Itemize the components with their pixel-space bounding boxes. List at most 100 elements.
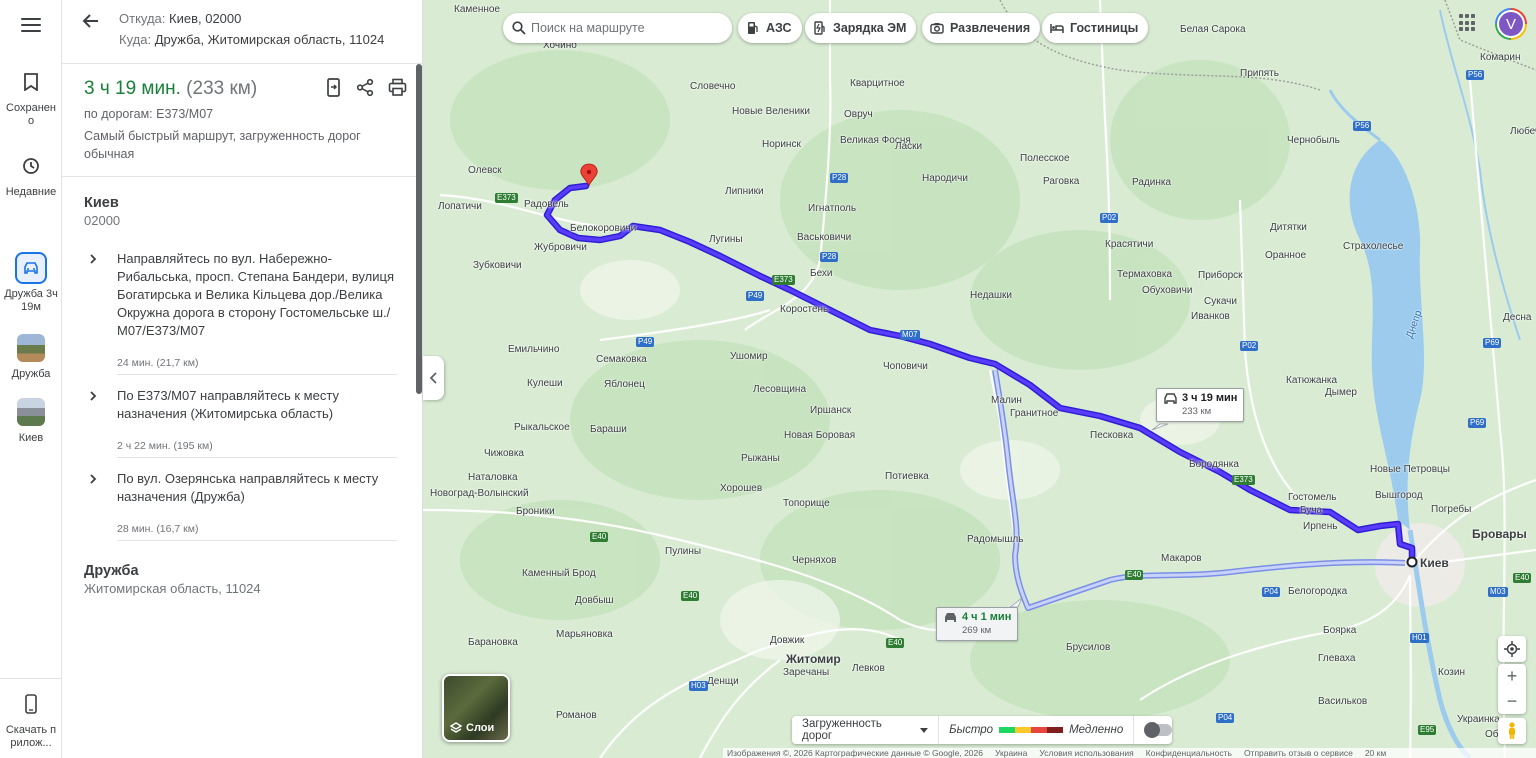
map-place-label[interactable]: Каменный Брод — [522, 568, 596, 579]
map-place-label[interactable]: Новые Петровцы — [1370, 464, 1450, 475]
map-place-label[interactable]: Белая Сарока — [1180, 24, 1246, 35]
map-place-label[interactable]: Народичи — [922, 173, 968, 184]
footer-country[interactable]: Украина — [995, 748, 1027, 758]
layers-button[interactable]: Слои — [442, 674, 510, 742]
map-place-label[interactable]: Чоповичи — [883, 361, 928, 372]
map-place-label[interactable]: Олевск — [468, 165, 502, 176]
map-place-label[interactable]: Житомир — [786, 652, 841, 666]
alt-route-box[interactable]: 4 ч 1 мин 269 км — [936, 607, 1019, 641]
map-place-label[interactable]: Украинка — [1457, 714, 1500, 725]
map-place-label[interactable]: Кулеши — [527, 378, 563, 389]
map-place-label[interactable]: Норинск — [762, 139, 801, 150]
map-place-label[interactable]: Бородянка — [1189, 459, 1239, 470]
map-place-label[interactable]: Наталовка — [468, 472, 518, 483]
map-place-label[interactable]: Сукачи — [1204, 296, 1237, 307]
map-place-label[interactable]: Бараши — [590, 424, 627, 435]
map-place-label[interactable]: Обуховичи — [1142, 285, 1192, 296]
map-place-label[interactable]: Красятичи — [1105, 239, 1153, 250]
map-place-label[interactable]: Козин — [1438, 667, 1465, 678]
zoom-in-button[interactable]: + — [1507, 664, 1518, 689]
map-place-label[interactable]: Яблонец — [604, 379, 645, 390]
map-place-label[interactable]: Васильков — [1318, 696, 1367, 707]
map-place-label[interactable]: Радинка — [1132, 177, 1171, 188]
map-place-label[interactable]: Новая Боровая — [784, 430, 855, 441]
traffic-toggle[interactable] — [1144, 722, 1172, 738]
origin-field[interactable]: Откуда: Киев, 02000 — [119, 11, 241, 26]
map-place-label[interactable]: Довбыш — [575, 595, 614, 606]
footer-terms[interactable]: Условия использования — [1039, 748, 1133, 758]
map-place-label[interactable]: Марьяновка — [556, 629, 613, 640]
map-place-label[interactable]: Боярка — [1323, 625, 1356, 636]
map-place-label[interactable]: Топорище — [783, 498, 830, 509]
chip-ev-charging[interactable]: Зарядка ЭМ — [805, 13, 917, 43]
map-place-label[interactable]: Любеч — [1510, 126, 1536, 137]
footer-scale[interactable]: 20 км — [1365, 748, 1386, 758]
map-place-label[interactable]: Емильчино — [508, 344, 559, 355]
map-place-label[interactable]: Каменное — [454, 4, 500, 15]
map-place-label[interactable]: Припять — [1240, 68, 1279, 79]
map-place-label[interactable]: Недашки — [970, 290, 1012, 301]
zoom-out-button[interactable]: − — [1507, 689, 1518, 714]
rail-recent-druzhba[interactable]: Дружба — [0, 332, 62, 381]
chip-hotels[interactable]: Гостиницы — [1042, 13, 1149, 43]
menu-icon[interactable] — [21, 18, 41, 34]
print-icon[interactable] — [388, 78, 407, 97]
map-place-label[interactable]: Приборск — [1198, 270, 1243, 281]
map-place-label[interactable]: Дымер — [1325, 387, 1357, 398]
rail-saved[interactable]: Сохранено — [0, 66, 62, 128]
back-arrow-icon[interactable] — [80, 10, 102, 32]
map-place-label[interactable]: Лопатичи — [438, 201, 482, 212]
step-1[interactable]: Направляйтесь по вул. Набережно-Рибальсь… — [62, 250, 417, 375]
map-place-label[interactable]: Липники — [725, 186, 764, 197]
map-place-label[interactable]: Страхолесье — [1343, 241, 1403, 252]
map-place-label[interactable]: Иванков — [1191, 311, 1230, 322]
map-place-label[interactable]: Белокоровичи — [570, 223, 636, 234]
map-place-label[interactable]: Хорошев — [720, 483, 762, 494]
destination-field[interactable]: Куда: Дружба, Житомирская область, 11024 — [119, 32, 384, 47]
map-place-label[interactable]: Радомышль — [967, 534, 1023, 545]
map-place-label[interactable]: Глеваха — [1318, 653, 1355, 664]
map-place-label[interactable]: Малин — [991, 395, 1022, 406]
map-place-label[interactable]: Катюжанка — [1286, 375, 1337, 386]
map-place-label[interactable]: Игнатполь — [808, 203, 856, 214]
map-place-label[interactable]: Денщи — [707, 676, 739, 687]
map-place-label[interactable]: Пулины — [665, 546, 701, 557]
step-2[interactable]: По E373/M07 направляйтесь к месту назнач… — [62, 387, 417, 458]
map-place-label[interactable]: Черняхов — [792, 555, 837, 566]
map-place-label[interactable]: Коростень — [780, 304, 828, 315]
map-place-label[interactable]: Рыкальское — [514, 422, 570, 433]
map-place-label[interactable]: Десна — [1503, 312, 1531, 323]
map-place-label[interactable]: Васьковичи — [797, 232, 851, 243]
rail-recent[interactable]: Недавние — [0, 150, 62, 199]
map-place-label[interactable]: Бровары — [1472, 527, 1527, 541]
chip-entertainment[interactable]: Развлечения — [922, 13, 1041, 43]
pegman-button[interactable] — [1498, 718, 1526, 744]
map-place-label[interactable]: Овруч — [844, 109, 873, 120]
google-apps-icon[interactable] — [1459, 14, 1477, 32]
search-along-route[interactable]: Поиск на маршруте — [503, 13, 732, 43]
map-place-label[interactable]: Лугины — [709, 234, 743, 245]
map-place-label[interactable]: Оранное — [1265, 250, 1306, 261]
rail-download-app[interactable]: Скачать прилож... — [0, 688, 62, 750]
rail-recent-kyiv[interactable]: Киев — [0, 396, 62, 445]
map-place-label[interactable]: Киев — [1420, 556, 1449, 570]
map-place-label[interactable]: Новые Веленики — [732, 106, 810, 117]
map-place-label[interactable]: Лесовщина — [753, 384, 806, 395]
map-place-label[interactable]: Зубковичи — [473, 260, 522, 271]
map-place-label[interactable]: Броники — [516, 506, 555, 517]
map-place-label[interactable]: Иршанск — [810, 405, 851, 416]
map-place-label[interactable]: Дитятки — [1270, 222, 1307, 233]
map-canvas[interactable]: Каменное Хочино Словечно Кварцитное Новые Ве… — [423, 0, 1536, 758]
map-place-label[interactable]: Полесское — [1020, 153, 1070, 164]
map-place-label[interactable]: Довжик — [770, 635, 804, 646]
map-place-label[interactable]: Белогородка — [1288, 586, 1347, 597]
map-place-label[interactable]: Ушомир — [730, 351, 768, 362]
map-place-label[interactable]: Зарeчаны — [783, 667, 829, 678]
map-place-label[interactable]: Семаковка — [596, 354, 647, 365]
map-place-label[interactable]: Гостомель — [1288, 492, 1337, 503]
map-place-label[interactable]: Новоград-Волынский — [430, 488, 529, 499]
footer-feedback[interactable]: Отправить отзыв о сервисе — [1244, 748, 1353, 758]
map-place-label[interactable]: Раговка — [1043, 176, 1079, 187]
map-place-label[interactable]: Потиевка — [885, 471, 929, 482]
map-place-label[interactable]: Жубровичи — [534, 242, 587, 253]
